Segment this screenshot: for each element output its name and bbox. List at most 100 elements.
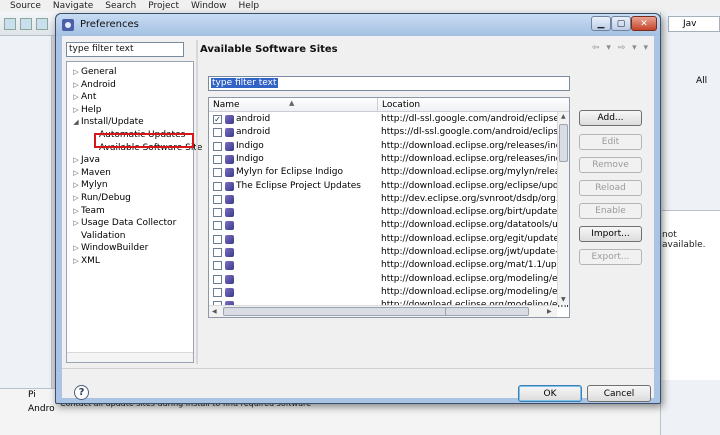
export-button[interactable]: Export... — [579, 249, 642, 265]
site-enabled-checkbox[interactable] — [213, 234, 222, 244]
expand-arrow-icon[interactable]: ◢ — [71, 116, 81, 128]
menu-item[interactable]: Help — [233, 0, 266, 12]
site-enabled-checkbox[interactable] — [213, 128, 222, 138]
expand-arrow-icon[interactable]: ▷ — [71, 91, 81, 103]
expand-arrow-icon[interactable]: ▷ — [71, 205, 81, 217]
table-horizontal-scrollbar[interactable]: ◀ ▶ — [209, 305, 557, 317]
table-row[interactable]: Mylyn for Eclipse Indigo http://download.… — [209, 166, 569, 179]
site-enabled-checkbox[interactable] — [213, 261, 222, 271]
site-enabled-checkbox[interactable] — [213, 221, 222, 231]
site-enabled-checkbox[interactable] — [213, 287, 222, 297]
menu-item[interactable]: Search — [99, 0, 142, 12]
all-filter-label[interactable]: All — [696, 76, 707, 86]
add-button[interactable]: Add... — [579, 110, 642, 126]
scroll-up-icon[interactable]: ▲ — [561, 113, 566, 120]
tree-item[interactable]: ▷ Java — [71, 154, 100, 166]
site-enabled-checkbox[interactable] — [213, 154, 222, 164]
tree-item[interactable]: ▷ Mylyn — [71, 179, 107, 191]
tree-item[interactable]: ▷ Run/Debug — [71, 192, 131, 204]
import-button[interactable]: Import... — [579, 226, 642, 242]
site-enabled-checkbox[interactable] — [213, 141, 222, 151]
site-enabled-checkbox[interactable] — [213, 194, 222, 204]
preferences-tree[interactable]: ▷ General ▷ Android ▷ Ant ▷ Help ◢ Install/Update… — [66, 61, 202, 363]
help-icon[interactable]: ? — [74, 385, 89, 400]
tree-item[interactable]: ▷ Ant — [71, 91, 96, 103]
menu-item[interactable]: Source — [4, 0, 47, 12]
java-perspective-tab[interactable]: Jav — [668, 16, 720, 32]
table-row[interactable]: http://download.eclipse.org/modeling/emf… — [209, 286, 569, 299]
site-enabled-checkbox[interactable] — [213, 248, 222, 257]
table-row[interactable]: http://dev.eclipse.org/svnroot/dsdp/org.… — [209, 193, 569, 206]
expand-arrow-icon[interactable]: ▷ — [71, 167, 81, 179]
tree-item[interactable]: ▷ General — [71, 66, 116, 78]
expand-arrow-icon[interactable]: ▷ — [71, 179, 81, 191]
expand-arrow-icon[interactable]: ▷ — [71, 255, 81, 267]
site-enabled-checkbox[interactable] — [213, 208, 222, 218]
tree-item[interactable]: ▷ Maven — [71, 167, 111, 179]
tree-item[interactable]: ▷ Team — [71, 205, 105, 217]
update-site-icon — [225, 115, 234, 124]
expand-arrow-icon[interactable]: ▷ — [71, 154, 81, 166]
table-row[interactable]: Indigo http://download.eclipse.org/releas… — [209, 153, 569, 166]
table-row[interactable]: http://download.eclipse.org/birt/update-… — [209, 206, 569, 219]
site-enabled-checkbox[interactable] — [213, 181, 222, 191]
toolbar-icon[interactable] — [20, 18, 32, 30]
table-row[interactable]: http://download.eclipse.org/datatools/up… — [209, 219, 569, 232]
toolbar-icon[interactable] — [36, 18, 48, 30]
menu-item[interactable]: Project — [142, 0, 185, 12]
edit-button[interactable]: Edit — [579, 134, 642, 150]
expand-arrow-icon[interactable]: ▷ — [71, 192, 81, 204]
menu-item[interactable]: Window — [185, 0, 233, 12]
remove-button[interactable]: Remove — [579, 157, 642, 173]
maximize-button[interactable]: ▢ — [611, 16, 631, 31]
table-row[interactable]: http://download.eclipse.org/modeling/emf… — [209, 273, 569, 286]
table-row[interactable]: http://download.eclipse.org/mat/1.1/upda… — [209, 259, 569, 272]
menu-item[interactable]: Navigate — [47, 0, 99, 12]
table-vertical-scrollbar[interactable]: ▲ ▼ — [557, 112, 569, 305]
site-enabled-checkbox[interactable] — [213, 168, 222, 178]
expand-arrow-icon[interactable]: ▷ — [71, 66, 81, 78]
scroll-down-icon[interactable]: ▼ — [561, 296, 566, 303]
tree-item[interactable]: ▷ Help — [71, 104, 101, 116]
enable-button[interactable]: Enable — [579, 203, 642, 219]
site-enabled-checkbox[interactable] — [213, 274, 222, 284]
bottom-view-tab[interactable]: Pi — [28, 390, 36, 400]
scroll-right-icon[interactable]: ▶ — [547, 308, 552, 315]
tree-horizontal-scrollbar[interactable] — [67, 352, 193, 362]
sites-table[interactable]: Name ▲ Location ✓ android http://dl-ssl.goo… — [208, 97, 570, 318]
reload-button[interactable]: Reload — [579, 180, 642, 196]
expand-arrow-icon[interactable]: ▷ — [71, 217, 81, 229]
history-nav-icons[interactable]: ⇦ ▾ ⇨ ▾ ▾ — [592, 43, 650, 53]
splitter-sash[interactable] — [196, 40, 198, 364]
toolbar-icon[interactable] — [4, 18, 16, 30]
dialog-titlebar[interactable]: Preferences ▁ ▢ ✕ — [56, 14, 660, 36]
expand-arrow-icon[interactable]: ▷ — [71, 242, 81, 254]
ok-button[interactable]: OK — [518, 385, 582, 402]
table-row[interactable]: The Eclipse Project Updates http://downlo… — [209, 180, 569, 193]
tree-item[interactable]: ▷ Usage Data Collector — [71, 217, 176, 229]
table-row[interactable]: android https://dl-ssl.google.com/android… — [209, 126, 567, 139]
tree-item[interactable]: Validation — [71, 230, 125, 242]
site-enabled-checkbox[interactable]: ✓ — [213, 115, 222, 124]
tree-item[interactable]: ▷ XML — [71, 255, 100, 267]
column-header-name[interactable]: Name ▲ — [209, 98, 379, 112]
table-row[interactable]: ✓ android http://dl-ssl.google.com/android… — [209, 113, 562, 126]
tree-item[interactable]: ◢ Install/Update — [71, 116, 143, 128]
expand-arrow-icon[interactable]: ▷ — [71, 104, 81, 116]
close-button[interactable]: ✕ — [631, 16, 657, 31]
table-row[interactable]: Indigo http://download.eclipse.org/releas… — [209, 140, 569, 153]
scroll-left-icon[interactable]: ◀ — [212, 308, 217, 315]
tree-item[interactable]: ▷ Android — [71, 79, 116, 91]
cancel-button[interactable]: Cancel — [587, 385, 651, 402]
column-header-location[interactable]: Location — [377, 98, 557, 112]
table-row[interactable]: http://download.eclipse.org/jwt/update-s… — [209, 246, 569, 259]
scroll-thumb[interactable] — [223, 307, 448, 316]
table-row[interactable]: http://download.eclipse.org/egit/updates — [209, 233, 564, 246]
scroll-thumb[interactable] — [445, 307, 529, 316]
scroll-thumb[interactable] — [559, 124, 568, 162]
tree-filter-input[interactable]: type filter text — [66, 42, 184, 57]
sites-filter-input[interactable]: type filter text — [208, 76, 570, 91]
minimize-button[interactable]: ▁ — [591, 16, 611, 31]
tree-item[interactable]: ▷ WindowBuilder — [71, 242, 148, 254]
expand-arrow-icon[interactable]: ▷ — [71, 79, 81, 91]
